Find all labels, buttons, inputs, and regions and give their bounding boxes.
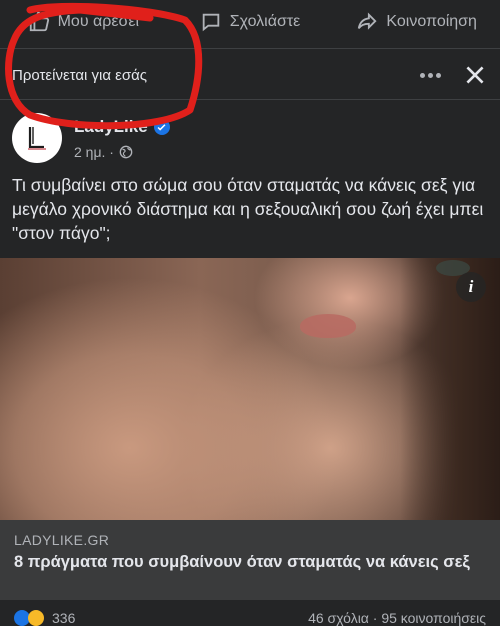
speech-bubble-icon <box>202 13 219 32</box>
comment-share-counts[interactable]: 46 σχόλια · 95 κοινοποιήσεις <box>308 610 486 626</box>
post-action-bar: Μου αρέσει Σχολιάστε Κοινοποίηση <box>0 0 500 44</box>
like-button[interactable]: Μου αρέσει <box>0 11 167 33</box>
haha-reaction-icon <box>28 610 44 626</box>
like-label: Μου αρέσει <box>57 13 140 30</box>
author-name[interactable]: LadyLike <box>74 117 170 137</box>
comment-button[interactable]: Σχολιάστε <box>167 11 334 33</box>
suggestion-header: Προτείνεται για εσάς <box>0 52 500 98</box>
dot <box>419 72 425 78</box>
reaction-summary[interactable]: 336 <box>14 610 75 626</box>
globe-icon <box>119 145 133 159</box>
share-label: Κοινοποίηση <box>386 13 477 30</box>
divider <box>0 99 500 100</box>
share-button[interactable]: Κοινοποίηση <box>333 11 500 33</box>
post-meta: 2 ημ. · <box>74 144 133 160</box>
link-preview[interactable]: LADYLIKE.GR 8 πράγματα που συμβαίνουν ότ… <box>0 520 500 600</box>
share-arrow-icon <box>358 12 377 30</box>
link-title: 8 πράγματα που συμβαίνουν όταν σταματάς … <box>14 553 470 571</box>
thumbs-up-icon <box>29 11 49 32</box>
page-avatar[interactable] <box>12 113 62 163</box>
ladylike-logo-icon <box>28 127 46 150</box>
reaction-count: 336 <box>52 610 76 626</box>
image-lips-shape <box>300 314 356 338</box>
link-domain: LADYLIKE.GR <box>14 532 110 548</box>
post-image[interactable]: i <box>0 258 500 520</box>
dot <box>435 72 441 78</box>
comment-label: Σχολιάστε <box>229 13 301 30</box>
author-label: LadyLike <box>74 117 148 136</box>
post-footer: 336 46 σχόλια · 95 κοινοποιήσεις <box>0 606 500 626</box>
close-icon[interactable] <box>462 62 488 88</box>
more-options-button[interactable] <box>416 64 444 86</box>
divider <box>0 48 500 49</box>
post-time[interactable]: 2 ημ. · <box>74 144 114 160</box>
verified-badge-icon <box>153 119 170 135</box>
suggestion-label: Προτείνεται για εσάς <box>12 66 148 84</box>
info-icon[interactable]: i <box>456 272 486 302</box>
image-hair-shape <box>400 258 500 520</box>
dot <box>427 72 433 78</box>
post-text: Τι συμβαίνει στο σώμα σου όταν σταματάς … <box>12 175 484 243</box>
